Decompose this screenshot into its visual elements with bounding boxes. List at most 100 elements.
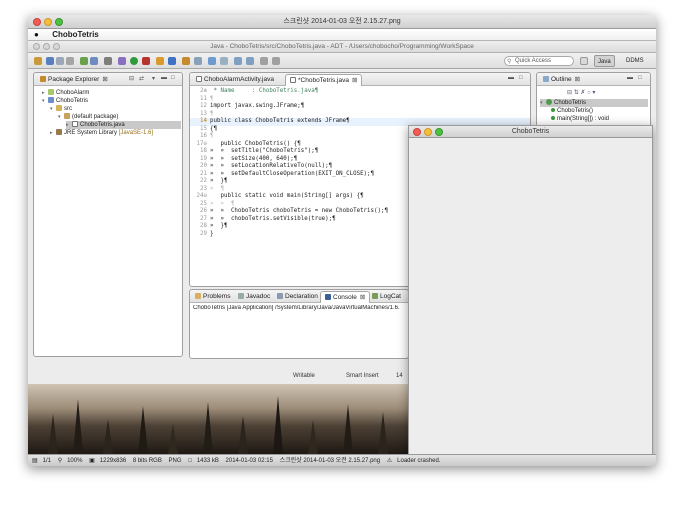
view-menu-icon[interactable]: ▾	[152, 75, 155, 82]
status-position: 14	[396, 373, 403, 379]
image-dimensions: 1229x836	[99, 458, 127, 464]
maximize-view-icon[interactable]: □	[519, 75, 523, 81]
sort-icon[interactable]: ⊟	[567, 90, 572, 96]
tab-problems[interactable]: Problems	[191, 291, 234, 303]
tab-javadoc[interactable]: Javadoc	[234, 291, 274, 303]
close-icon[interactable]: ⊠	[360, 294, 365, 301]
open-type-icon[interactable]	[182, 57, 190, 65]
save-icon[interactable]	[46, 57, 54, 65]
outline-toolbar: ⊟ ⇅ ✗ ○ ▾	[567, 89, 595, 96]
code-line: 11 ¶	[200, 95, 214, 102]
show-whitespace-icon[interactable]	[220, 57, 228, 65]
external-tools-icon[interactable]	[142, 57, 150, 65]
maximize-view-icon[interactable]: □	[638, 75, 642, 81]
avd-manager-icon[interactable]	[90, 57, 98, 65]
tree-item-choboalarm[interactable]: ▸ ChoboAlarm	[42, 89, 89, 97]
logcat-icon	[372, 293, 378, 300]
eclipse-title: Java - ChoboTetris/src/ChoboTetris.java …	[210, 43, 474, 50]
link-editor-icon[interactable]: ⇄	[139, 75, 144, 82]
debug-icon[interactable]	[118, 57, 126, 65]
android-project-icon	[48, 89, 54, 96]
close-icon[interactable]: ⊠	[575, 76, 580, 83]
new-java-project-icon[interactable]	[156, 57, 164, 65]
viewer-titlebar: 스크린샷 2014-01-03 오전 2.15.27.png	[28, 15, 656, 29]
java-file-icon	[196, 76, 202, 83]
jframe-zoom-button[interactable]	[435, 128, 443, 136]
outline-item-constructor[interactable]: ChoboTetris()	[551, 107, 593, 115]
minimize-view-icon[interactable]: ▬	[627, 75, 633, 81]
close-button[interactable]	[33, 18, 41, 26]
back-icon[interactable]	[260, 57, 268, 65]
perspective-java[interactable]: Java	[594, 55, 615, 67]
jframe-close-button[interactable]	[413, 128, 421, 136]
new-icon[interactable]	[34, 57, 42, 65]
tree-item-chobotetris[interactable]: ▾ ChoboTetris	[42, 97, 88, 105]
maximize-view-icon[interactable]: □	[171, 75, 175, 81]
bottom-panel: Problems Javadoc Declaration Console ⊠ Lo…	[189, 289, 409, 359]
run-icon[interactable]	[130, 57, 138, 65]
jframe-minimize-button[interactable]	[424, 128, 432, 136]
close-icon[interactable]: ⊠	[102, 76, 107, 83]
previous-annotation-icon[interactable]	[246, 57, 254, 65]
tree-item-chobotetris-java[interactable]: ▸ ChoboTetris.java	[66, 121, 181, 129]
tab-declaration[interactable]: Declaration	[273, 291, 322, 303]
outline-item-class[interactable]: ▾ ChoboTetris	[540, 99, 648, 107]
tree-item-default-package[interactable]: ▾ (default package)	[58, 113, 118, 121]
android-sdk-icon[interactable]	[80, 57, 88, 65]
eclipse-minimize-button[interactable]	[43, 43, 50, 50]
collapse-all-icon[interactable]: ⊟	[129, 75, 134, 82]
class-icon	[546, 99, 552, 106]
eclipse-titlebar: Java - ChoboTetris/src/ChoboTetris.java …	[28, 41, 656, 53]
quick-access-field[interactable]: ⚲ Quick Access	[504, 56, 574, 66]
source-folder-icon	[56, 105, 62, 112]
code-line: 25» » ¶	[200, 200, 235, 207]
hide-local-types-icon[interactable]: ▾	[592, 90, 595, 96]
file-date: 2014-01-03 02:15	[225, 458, 273, 464]
pages-icon: ▤	[32, 458, 38, 464]
outline-icon	[543, 76, 549, 83]
hide-fields-icon[interactable]: ⇅	[574, 90, 579, 96]
eclipse-zoom-button[interactable]	[53, 43, 60, 50]
tab-outline[interactable]: Outline ⊠	[539, 74, 584, 86]
jframe-title: ChoboTetris	[511, 128, 550, 135]
next-annotation-icon[interactable]	[234, 57, 242, 65]
tab-package-explorer[interactable]: Package Explorer ⊠	[36, 74, 112, 86]
desktop-wallpaper	[28, 384, 408, 454]
toggle-mark-icon[interactable]	[208, 57, 216, 65]
save-all-icon[interactable]	[56, 57, 64, 65]
apple-icon[interactable]: ●	[34, 29, 42, 41]
viewer-statusbar: ▤ 1/1 ⚲ 100% ▣ 1229x836 8 bits RGB PNG □ 143…	[28, 454, 656, 466]
tree-item-src[interactable]: ▾ src	[50, 105, 72, 113]
package-explorer-icon	[40, 76, 46, 83]
search-icon[interactable]	[194, 57, 202, 65]
lint-icon[interactable]	[104, 57, 112, 65]
code-line: 23» ¶	[200, 185, 224, 192]
tree-item-jre-library[interactable]: ▸ JRE System Library [JavaSE-1.6]	[50, 129, 153, 137]
open-perspective-icon[interactable]	[580, 57, 588, 65]
new-class-icon[interactable]	[168, 57, 176, 65]
hide-nonpublic-icon[interactable]: ○	[587, 90, 591, 96]
declaration-icon	[277, 293, 283, 300]
eclipse-close-button[interactable]	[33, 43, 40, 50]
forward-icon[interactable]	[272, 57, 280, 65]
zoom-button[interactable]	[55, 18, 63, 26]
warning-icon: ⚠	[386, 458, 393, 464]
tab-choboalarmactivity[interactable]: ChoboAlarmActivity.java	[192, 74, 278, 86]
print-icon[interactable]	[66, 57, 74, 65]
tab-chobotetris-java[interactable]: *ChoboTetris.java ⊠	[285, 74, 363, 86]
page-count: 1/1	[42, 458, 52, 464]
tab-logcat[interactable]: LogCat	[368, 291, 405, 303]
app-name[interactable]: ChoboTetris	[52, 30, 99, 39]
zoom-icon[interactable]: ⚲	[58, 458, 62, 464]
code-line: 2⊕ * Name : ChoboTetris.java¶	[200, 88, 319, 94]
minimize-view-icon[interactable]: ▬	[508, 75, 514, 81]
minimize-view-icon[interactable]: ▬	[161, 75, 167, 81]
minimize-button[interactable]	[44, 18, 52, 26]
perspective-ddms[interactable]: DDMS	[623, 55, 647, 67]
status-insert-mode: Smart Insert	[346, 373, 379, 379]
tab-console[interactable]: Console ⊠	[320, 291, 371, 303]
outline-item-main[interactable]: main(String[]) : void	[551, 115, 609, 123]
file-size: 1433 kB	[196, 458, 219, 464]
hide-static-icon[interactable]: ✗	[580, 90, 585, 96]
close-icon[interactable]: ⊠	[352, 77, 357, 84]
